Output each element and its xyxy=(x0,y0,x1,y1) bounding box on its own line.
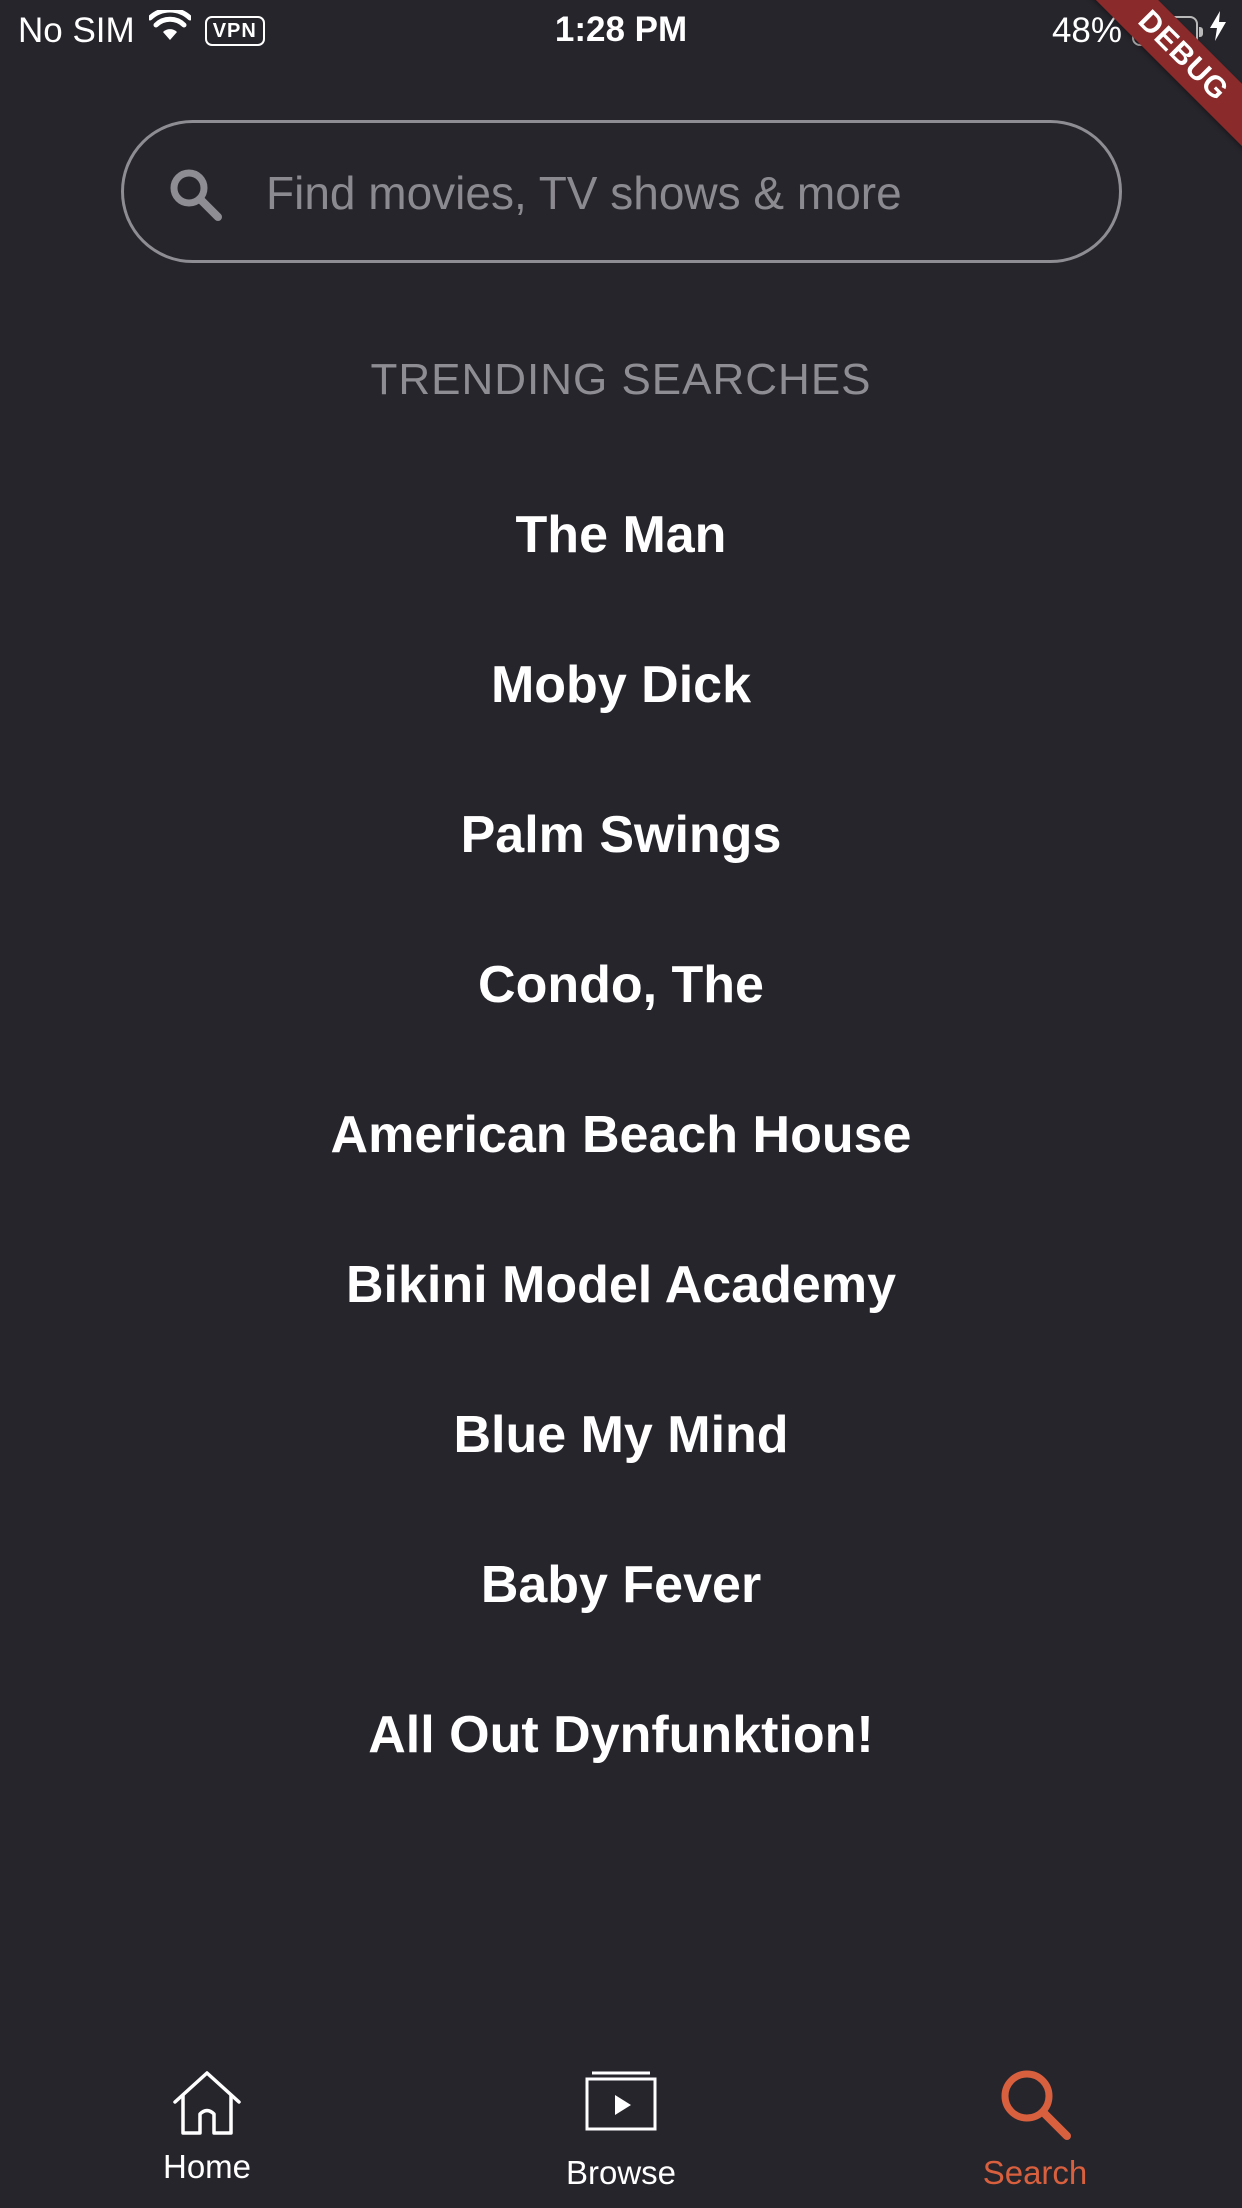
search-field[interactable] xyxy=(121,120,1122,263)
trending-searches-header: TRENDING SEARCHES xyxy=(370,355,872,404)
search-input[interactable] xyxy=(266,153,1086,233)
search-icon xyxy=(166,165,224,223)
search-screen: No SIM VPN 1:28 PM 48% DEBUG Find movies… xyxy=(0,0,1242,2208)
search-icon xyxy=(997,2066,1073,2147)
trending-item[interactable]: Bikini Model Academy xyxy=(0,1210,1242,1360)
nav-search-label: Search xyxy=(982,2154,1088,2191)
home-icon xyxy=(171,2070,243,2141)
trending-item[interactable]: Blue My Mind xyxy=(0,1360,1242,1510)
browse-icon xyxy=(584,2070,658,2137)
status-bar: No SIM VPN 1:28 PM 48% xyxy=(0,0,1242,62)
bottom-nav: Home Browse Search xyxy=(0,2018,1242,2208)
trending-item[interactable]: The Man xyxy=(0,460,1242,610)
nav-home-label: Home xyxy=(162,2148,252,2185)
trending-item[interactable]: Palm Swings xyxy=(0,760,1242,910)
battery-tip xyxy=(1199,26,1203,37)
trending-item[interactable]: Condo, The xyxy=(0,910,1242,1060)
nav-browse[interactable]: Browse xyxy=(414,2018,828,2208)
trending-item[interactable]: Moby Dick xyxy=(0,610,1242,760)
charging-bolt-icon xyxy=(1208,10,1228,51)
nav-search[interactable]: Search xyxy=(828,2018,1242,2208)
trending-item[interactable]: Baby Fever xyxy=(0,1510,1242,1660)
trending-item[interactable]: American Beach House xyxy=(0,1060,1242,1210)
trending-item[interactable]: All Out Dynfunktion! xyxy=(0,1660,1242,1810)
nav-browse-label: Browse xyxy=(565,2154,677,2191)
trending-list: The Man Moby Dick Palm Swings Condo, The… xyxy=(0,460,1242,1810)
nav-home[interactable]: Home xyxy=(0,2018,414,2208)
